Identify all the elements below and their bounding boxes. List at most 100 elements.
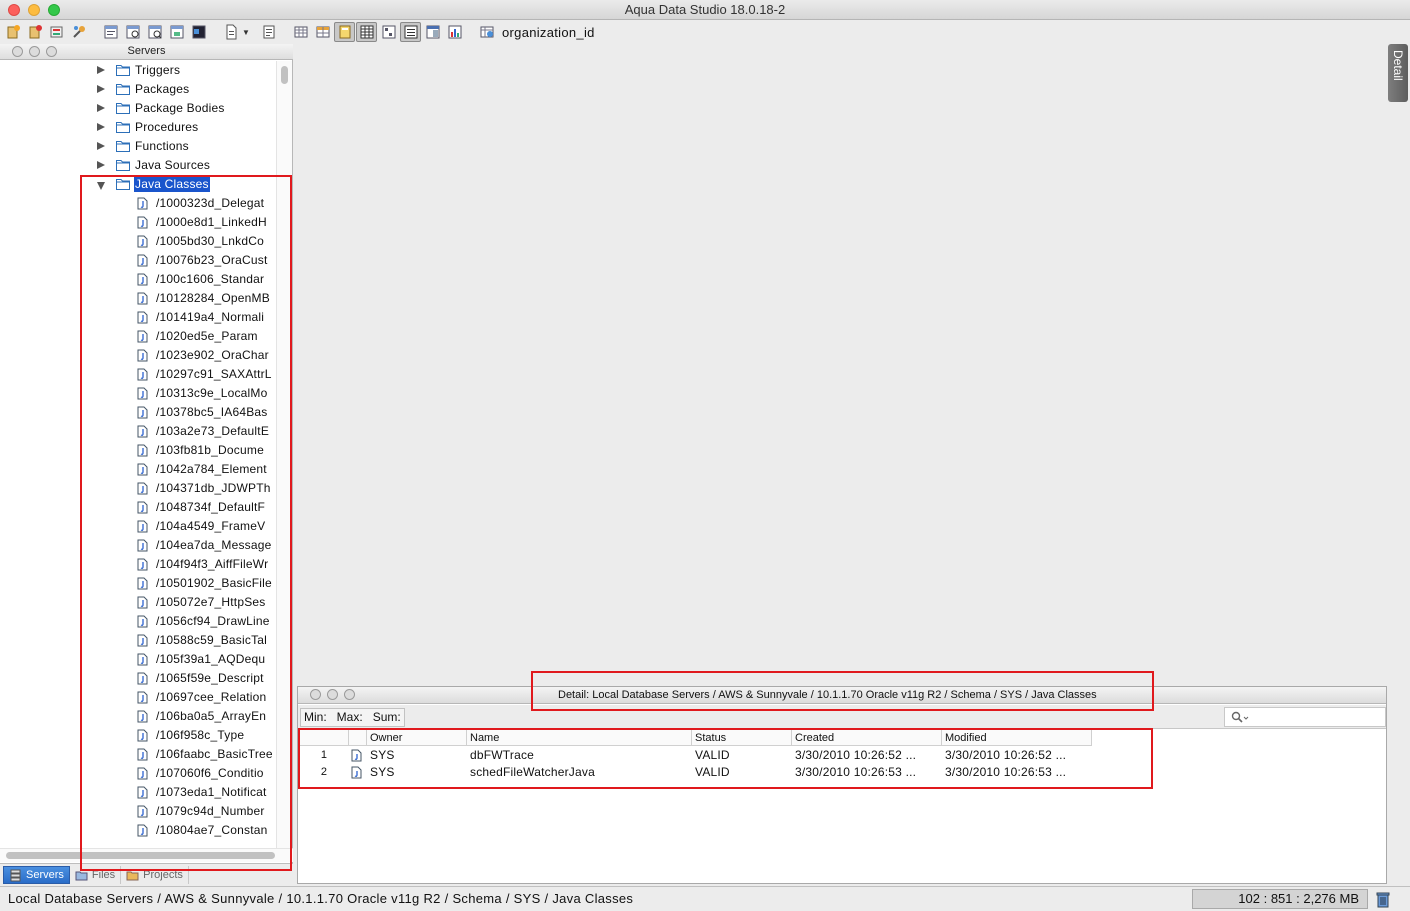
compare-icon[interactable] [166, 22, 187, 42]
split-view-icon[interactable] [422, 22, 443, 42]
server-tree[interactable]: Triggers Packages Package Bodies Procedures… [0, 61, 276, 848]
table-row[interactable]: 1 SYS dbFWTrace VALID 3/30/2010 10:26:52… [299, 747, 1099, 764]
shell-icon[interactable] [188, 22, 209, 42]
minimize-window-button[interactable] [28, 4, 40, 16]
scroll-thumb[interactable] [281, 66, 288, 84]
tab-servers[interactable]: Servers [3, 866, 70, 884]
table-row[interactable]: 2 SYS schedFileWatcherJava VALID 3/30/20… [299, 764, 1099, 781]
tree-java-class-item[interactable]: /10697cee_Relation [0, 688, 276, 707]
tree-java-class-item[interactable]: /1065f59e_Descript [0, 669, 276, 688]
tree-folder-functions[interactable]: Functions [0, 137, 276, 156]
panel-close-button[interactable] [12, 46, 23, 57]
java-class-label: /10313c9e_LocalMo [156, 386, 268, 400]
tree-folder-procedures[interactable]: Procedures [0, 118, 276, 137]
tools-icon[interactable] [68, 22, 89, 42]
tree-java-class-item[interactable]: /1042a784_Element [0, 460, 276, 479]
query-window-icon[interactable] [100, 22, 121, 42]
tree-java-class-item[interactable]: /104f94f3_AiffFileWr [0, 555, 276, 574]
tree-java-class-item[interactable]: /100c1606_Standar [0, 270, 276, 289]
tree-java-class-item[interactable]: /1023e902_OraChar [0, 346, 276, 365]
tree-folder-triggers[interactable]: Triggers [0, 61, 276, 80]
expanded-arrow-icon[interactable] [97, 182, 105, 190]
tree-java-class-item[interactable]: /1000323d_Delegat [0, 194, 276, 213]
tree-vertical-scrollbar[interactable] [276, 61, 292, 848]
query-analyzer-icon[interactable] [122, 22, 143, 42]
panel-maximize-button[interactable] [46, 46, 57, 57]
detail-search-input[interactable] [1224, 707, 1386, 727]
collapsed-arrow-icon[interactable] [97, 85, 105, 93]
schema-script-icon[interactable] [144, 22, 165, 42]
column-header-owner[interactable]: Owner [367, 730, 467, 746]
panel-minimize-button[interactable] [327, 689, 338, 700]
tree-java-class-item[interactable]: /1048734f_DefaultF [0, 498, 276, 517]
tree-java-class-item[interactable]: /103a2e73_DefaultE [0, 422, 276, 441]
tree-java-class-item[interactable]: /104a4549_FrameV [0, 517, 276, 536]
form-view-icon[interactable] [378, 22, 399, 42]
tree-java-class-item[interactable]: /1079c94d_Number [0, 802, 276, 821]
column-header-name[interactable]: Name [467, 730, 692, 746]
list-view-icon[interactable] [400, 22, 421, 42]
tree-java-class-item[interactable]: /10588c59_BasicTal [0, 631, 276, 650]
tree-folder-package-bodies[interactable]: Package Bodies [0, 99, 276, 118]
close-window-button[interactable] [8, 4, 20, 16]
tree-java-class-item[interactable]: /104371db_JDWPTh [0, 479, 276, 498]
tab-projects[interactable]: Projects [121, 866, 189, 884]
tree-java-class-item[interactable]: /105f39a1_AQDequ [0, 650, 276, 669]
zoom-window-button[interactable] [48, 4, 60, 16]
new-server-icon[interactable] [2, 22, 23, 42]
query-table-icon[interactable] [476, 22, 497, 42]
collapsed-arrow-icon[interactable] [97, 66, 105, 74]
collapsed-arrow-icon[interactable] [97, 142, 105, 150]
column-header-modified[interactable]: Modified [942, 730, 1092, 746]
tree-java-class-item[interactable]: /106ba0a5_ArrayEn [0, 707, 276, 726]
column-header-created[interactable]: Created [792, 730, 942, 746]
tree-folder-packages[interactable]: Packages [0, 80, 276, 99]
tree-java-class-item[interactable]: /10378bc5_IA64Bas [0, 403, 276, 422]
active-query-label[interactable]: organization_id [502, 25, 595, 40]
collapsed-arrow-icon[interactable] [97, 104, 105, 112]
panel-close-button[interactable] [310, 689, 321, 700]
history-icon[interactable] [258, 22, 279, 42]
tree-horizontal-scrollbar[interactable] [0, 848, 293, 862]
table-editor-icon[interactable] [312, 22, 333, 42]
tree-java-class-item[interactable]: /106f958c_Type [0, 726, 276, 745]
tree-java-class-item[interactable]: /10313c9e_LocalMo [0, 384, 276, 403]
server-properties-icon[interactable] [46, 22, 67, 42]
memory-usage[interactable]: 102 : 851 : 2,276 MB [1192, 889, 1368, 909]
tree-folder-java-classes[interactable]: Java Classes [0, 175, 276, 194]
tree-java-class-item[interactable]: /104ea7da_Message [0, 536, 276, 555]
detail-side-tab[interactable]: Detail [1388, 44, 1408, 102]
tree-java-class-item[interactable]: /1000e8d1_LinkedH [0, 213, 276, 232]
tree-java-class-item[interactable]: /107060f6_Conditio [0, 764, 276, 783]
tree-java-class-item[interactable]: /105072e7_HttpSes [0, 593, 276, 612]
chart-view-icon[interactable] [444, 22, 465, 42]
grid-view-icon[interactable] [334, 22, 355, 42]
tree-java-class-item[interactable]: /10076b23_OraCust [0, 251, 276, 270]
tree-java-class-item[interactable]: /10297c91_SAXAttrL [0, 365, 276, 384]
tree-java-class-item[interactable]: /101419a4_Normali [0, 308, 276, 327]
detail-view-icon[interactable] [356, 22, 377, 42]
tree-java-class-item[interactable]: /1020ed5e_Param [0, 327, 276, 346]
tree-java-class-item[interactable]: /10501902_BasicFile [0, 574, 276, 593]
tree-java-class-item[interactable]: /10804ae7_Constan [0, 821, 276, 840]
tree-java-class-item[interactable]: /1073eda1_Notificat [0, 783, 276, 802]
table-data-icon[interactable] [290, 22, 311, 42]
servers-panel-title: Servers [127, 45, 166, 57]
garbage-collect-icon[interactable] [1375, 890, 1391, 908]
tree-java-class-item[interactable]: /1005bd30_LnkdCo [0, 232, 276, 251]
panel-minimize-button[interactable] [29, 46, 40, 57]
scroll-thumb[interactable] [6, 852, 275, 859]
column-header-status[interactable]: Status [692, 730, 792, 746]
dropdown-arrow-icon[interactable]: ▼ [242, 28, 250, 37]
tree-java-class-item[interactable]: /1056cf94_DrawLine [0, 612, 276, 631]
tree-java-class-item[interactable]: /10128284_OpenMB [0, 289, 276, 308]
open-file-icon[interactable] [220, 22, 241, 42]
remove-server-icon[interactable] [24, 22, 45, 42]
tree-java-class-item[interactable]: /106faabc_BasicTree [0, 745, 276, 764]
collapsed-arrow-icon[interactable] [97, 123, 105, 131]
tab-files[interactable]: Files [70, 866, 122, 884]
tree-java-class-item[interactable]: /103fb81b_Docume [0, 441, 276, 460]
tree-folder-java-sources[interactable]: Java Sources [0, 156, 276, 175]
panel-maximize-button[interactable] [344, 689, 355, 700]
collapsed-arrow-icon[interactable] [97, 161, 105, 169]
